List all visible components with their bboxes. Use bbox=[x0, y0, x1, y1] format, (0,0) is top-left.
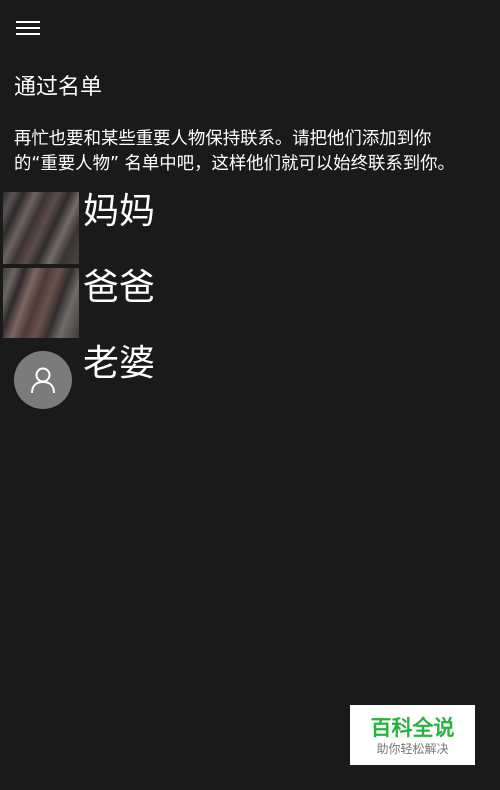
contact-name: 妈妈 bbox=[83, 191, 156, 232]
watermark-title: 百科全说 bbox=[370, 716, 455, 740]
contact-row-mom[interactable]: 妈妈 bbox=[0, 192, 500, 268]
contact-row-dad[interactable]: 爸爸 bbox=[0, 268, 500, 344]
contact-name: 老婆 bbox=[83, 343, 156, 384]
menu-button[interactable] bbox=[10, 12, 46, 44]
contact-row-wife[interactable]: 老婆 bbox=[0, 344, 500, 420]
page-description: 再忙也要和某些重要人物保持联系。请把他们添加到你 的“重要人物” 名单中吧，这样… bbox=[14, 129, 455, 174]
person-icon bbox=[14, 351, 72, 409]
page-title: 通过名单 bbox=[14, 75, 103, 100]
contact-photo bbox=[3, 268, 79, 338]
hamburger-icon bbox=[16, 20, 40, 36]
watermark-subtitle: 助你轻松解决 bbox=[376, 742, 449, 756]
contact-photo bbox=[3, 192, 79, 264]
contact-list: 妈妈 爸爸 老婆 bbox=[0, 192, 500, 420]
contact-name: 爸爸 bbox=[83, 267, 156, 308]
watermark-logo: 百科全说 助你轻松解决 bbox=[350, 705, 475, 765]
